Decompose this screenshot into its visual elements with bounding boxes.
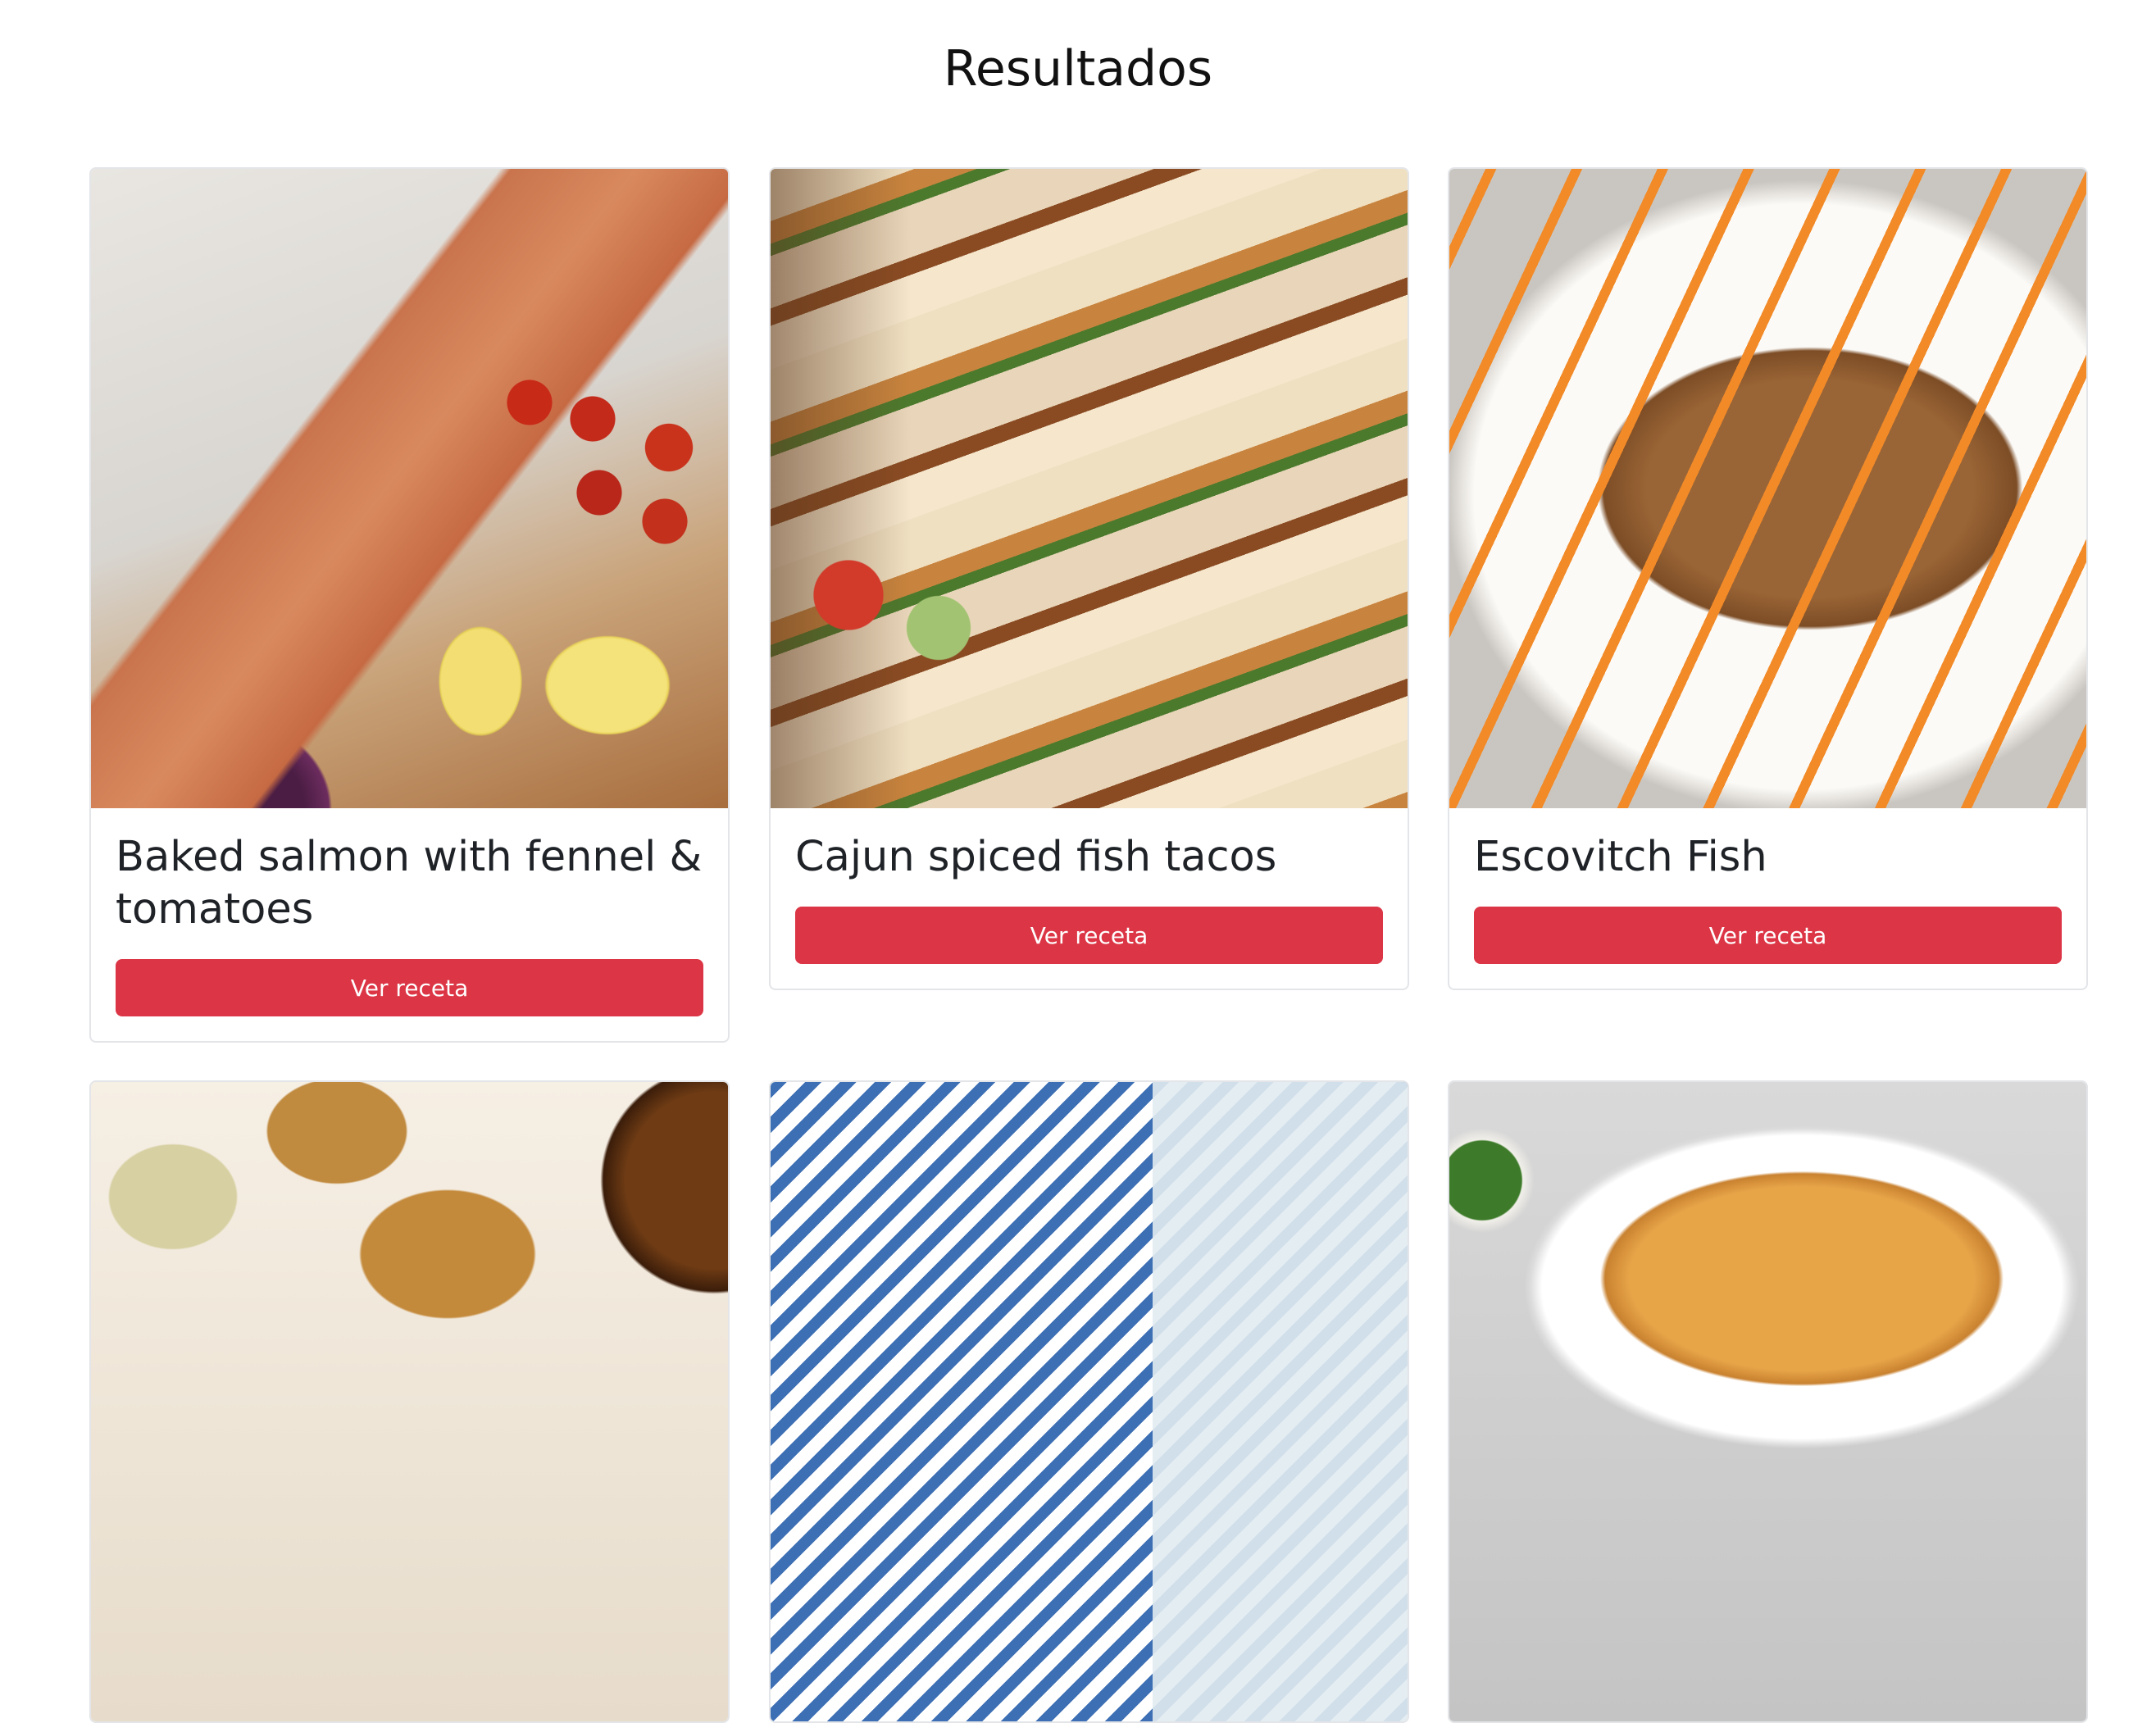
- recipe-card-body: Baked salmon with fennel & tomatoes Ver …: [91, 808, 728, 1041]
- recipe-title: Baked salmon with fennel & tomatoes: [116, 833, 703, 934]
- view-recipe-button[interactable]: Ver receta: [116, 959, 703, 1016]
- recipe-image: [1449, 1082, 2086, 1721]
- recipe-card-body: Cajun spiced fish tacos Ver receta: [771, 808, 1408, 989]
- recipe-card: Cajun spiced fish tacos Ver receta: [769, 167, 1409, 990]
- recipe-image: [771, 1082, 1408, 1721]
- recipe-image: [771, 169, 1408, 808]
- recipe-card: Escovitch Fish Ver receta: [1448, 167, 2088, 990]
- view-recipe-button[interactable]: Ver receta: [795, 907, 1383, 964]
- recipe-card: Baked salmon with fennel & tomatoes Ver …: [89, 167, 730, 1043]
- page-title: Resultados: [943, 40, 1213, 98]
- recipe-card-body: Escovitch Fish Ver receta: [1449, 808, 2086, 989]
- recipe-card: [1448, 1080, 2088, 1723]
- recipe-image: [1449, 169, 2086, 808]
- recipe-title: Cajun spiced fish tacos: [795, 833, 1277, 881]
- recipe-card: [769, 1080, 1409, 1723]
- view-recipe-button[interactable]: Ver receta: [1474, 907, 2062, 964]
- recipe-image: [91, 1082, 728, 1721]
- recipe-title: Escovitch Fish: [1474, 833, 1767, 881]
- recipe-image: [91, 169, 728, 808]
- recipe-card: [89, 1080, 730, 1723]
